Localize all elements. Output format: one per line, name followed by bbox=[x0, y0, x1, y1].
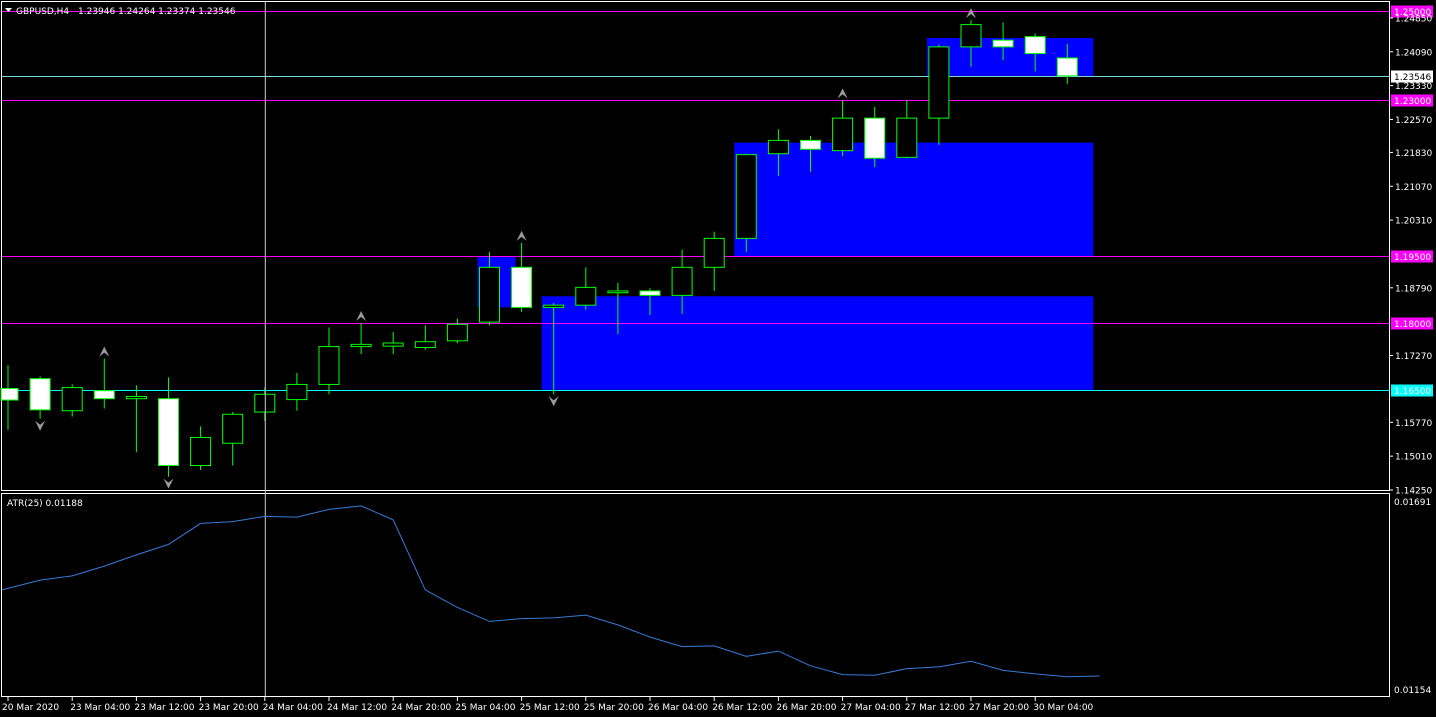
chart-canvas[interactable]: 1.250001.230001.195001.180001.165001.235… bbox=[0, 0, 1436, 717]
time-label: 25 Mar 04:00 bbox=[455, 703, 515, 713]
time-label: 20 Mar 2020 bbox=[2, 703, 59, 713]
time-label: 26 Mar 12:00 bbox=[712, 703, 772, 713]
candle-body bbox=[928, 46, 950, 119]
time-axis: 20 Mar 2020 23 Mar 04:00 23 Mar 12:00 23 Ma… bbox=[2, 697, 1094, 713]
level-label: 1.23000 bbox=[1394, 97, 1431, 107]
chart-header: GBPUSD,H4 1.23946 1.24264 1.23374 1.2354… bbox=[5, 7, 236, 17]
candle-body bbox=[575, 286, 597, 306]
atr-layer bbox=[1, 505, 1100, 678]
candle-body bbox=[93, 390, 115, 400]
main-chart-frame bbox=[1, 1, 1390, 491]
time-label: 24 Mar 12:00 bbox=[327, 703, 387, 713]
price-tick-label: 1.15010 bbox=[1395, 453, 1432, 463]
candle-body bbox=[960, 24, 982, 48]
candle-body bbox=[800, 139, 821, 150]
fractal-up-icon bbox=[99, 346, 110, 357]
time-label: 24 Mar 04:00 bbox=[263, 703, 323, 713]
time-label: 25 Mar 12:00 bbox=[520, 703, 580, 713]
level-label: 1.18000 bbox=[1394, 320, 1431, 330]
fractal-up-icon bbox=[356, 310, 367, 321]
fractal-up-icon bbox=[516, 230, 527, 241]
zones-layer bbox=[477, 37, 1094, 390]
candle-body bbox=[1024, 36, 1046, 55]
fractal-down-icon bbox=[35, 420, 46, 431]
candle-body bbox=[350, 343, 372, 348]
time-label: 30 Mar 04:00 bbox=[1033, 703, 1093, 713]
candle-body bbox=[896, 117, 918, 158]
time-label: 23 Mar 04:00 bbox=[70, 703, 130, 713]
candle-body bbox=[382, 342, 404, 347]
time-label: 27 Mar 20:00 bbox=[969, 703, 1029, 713]
candle-body bbox=[222, 413, 244, 444]
candle-body bbox=[511, 266, 533, 308]
price-tick-label: 1.17270 bbox=[1395, 352, 1432, 362]
time-label: 27 Mar 04:00 bbox=[841, 703, 901, 713]
time-label: 23 Mar 20:00 bbox=[199, 703, 259, 713]
price-tick-label: 1.20310 bbox=[1395, 217, 1432, 227]
time-label: 27 Mar 12:00 bbox=[905, 703, 965, 713]
candle-body bbox=[832, 117, 854, 152]
candle-body bbox=[446, 323, 468, 342]
price-tick-label: 1.21830 bbox=[1395, 149, 1432, 159]
candle-body bbox=[639, 290, 661, 296]
price-tick-label: 1.14250 bbox=[1395, 487, 1432, 497]
level-label: 1.16500 bbox=[1394, 387, 1431, 397]
fractal-down-icon bbox=[548, 396, 559, 407]
time-label: 26 Mar 20:00 bbox=[776, 703, 836, 713]
atr-scale-min: 0.01154 bbox=[1394, 686, 1431, 696]
candle-body bbox=[190, 436, 212, 467]
candle-body bbox=[767, 139, 789, 155]
candle-body bbox=[479, 266, 500, 323]
candle-body bbox=[1056, 57, 1078, 77]
candle-body bbox=[703, 237, 725, 268]
candle-body bbox=[543, 304, 565, 308]
candle-body bbox=[125, 395, 147, 400]
fractal-down-icon bbox=[163, 478, 174, 489]
zone-rect bbox=[734, 142, 1094, 257]
candle-body bbox=[29, 378, 51, 411]
candle-body bbox=[414, 341, 436, 348]
atr-panel-frame bbox=[1, 493, 1390, 697]
candle-body bbox=[992, 39, 1014, 48]
candle-body bbox=[318, 346, 340, 385]
symbol-label: GBPUSD,H4 bbox=[16, 7, 69, 17]
price-tick-label: 1.24090 bbox=[1395, 48, 1432, 58]
price-axis: 1.250001.230001.195001.180001.165001.235… bbox=[1389, 5, 1433, 497]
time-label: 24 Mar 20:00 bbox=[391, 703, 451, 713]
candle-body bbox=[671, 266, 693, 296]
time-label: 23 Mar 12:00 bbox=[134, 703, 194, 713]
atr-label: ATR(25) 0.01188 bbox=[7, 499, 83, 509]
candle-body bbox=[607, 290, 629, 294]
time-label: 26 Mar 04:00 bbox=[648, 703, 708, 713]
candle-body bbox=[864, 117, 886, 159]
time-label: 25 Mar 20:00 bbox=[584, 703, 644, 713]
candle-body bbox=[0, 387, 19, 401]
zone-rect bbox=[541, 296, 1094, 390]
price-tick-label: 1.23330 bbox=[1395, 82, 1432, 92]
price-tick-label: 1.21070 bbox=[1395, 183, 1432, 193]
candle-body bbox=[61, 387, 83, 412]
candle-body bbox=[735, 154, 757, 239]
ohlc-label: 1.23946 1.24264 1.23374 1.23546 bbox=[78, 7, 236, 17]
level-label: 1.19500 bbox=[1394, 253, 1431, 263]
atr-scale-max: 0.01691 bbox=[1394, 498, 1431, 508]
candle-body bbox=[286, 383, 308, 401]
price-tick-label: 1.15770 bbox=[1395, 419, 1432, 429]
fractal-up-icon bbox=[837, 88, 848, 99]
atr-line bbox=[1, 505, 1100, 678]
price-tick-label: 1.18790 bbox=[1395, 284, 1432, 294]
price-tick-label: 1.22570 bbox=[1395, 116, 1432, 126]
price-tick-label: 1.24850 bbox=[1395, 14, 1432, 24]
fractal-up-icon bbox=[966, 8, 976, 19]
candle-body bbox=[158, 398, 179, 467]
